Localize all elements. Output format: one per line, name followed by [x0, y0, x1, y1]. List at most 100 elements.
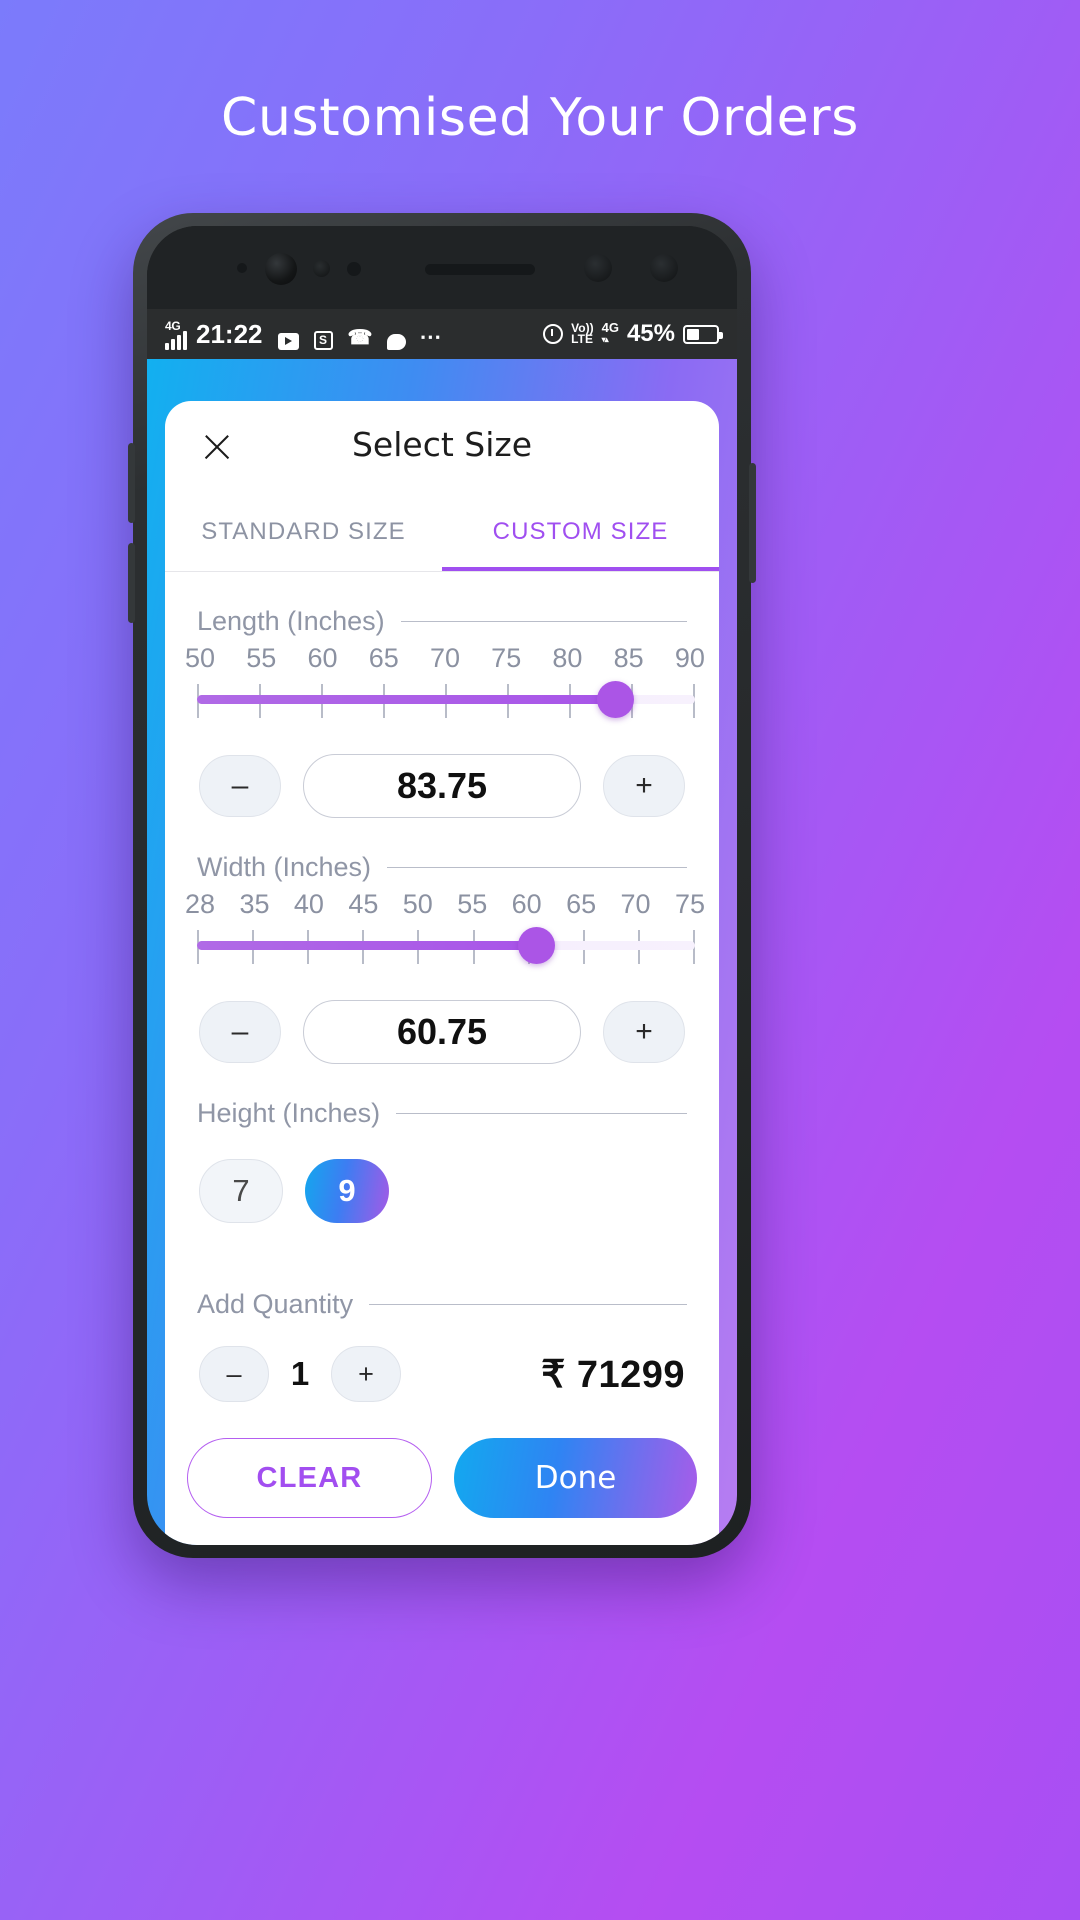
quantity-decrement-button[interactable]: – — [199, 1346, 269, 1402]
length-decrement-button[interactable]: – — [199, 755, 281, 817]
length-value-input[interactable]: 83.75 — [303, 754, 581, 818]
earpiece-speaker — [425, 264, 535, 275]
length-slider-fill — [197, 695, 616, 704]
width-tick: 75 — [674, 889, 705, 919]
width-group: Width (Inches) — [165, 852, 719, 883]
select-size-sheet: Select Size STANDARD SIZE CUSTOM SIZE Le… — [165, 401, 719, 1545]
tab-standard-size-label: STANDARD SIZE — [201, 518, 406, 545]
tabs-divider — [165, 571, 719, 572]
battery-percent-label: 45% — [626, 320, 675, 347]
length-stepper: – 83.75 + — [165, 754, 719, 818]
height-option-9[interactable]: 9 — [305, 1159, 389, 1223]
width-tick: 55 — [457, 889, 488, 919]
length-rule — [400, 621, 687, 622]
light-sensor-icon — [347, 262, 361, 276]
screenshot-icon: S — [313, 330, 333, 350]
width-tick: 35 — [239, 889, 270, 919]
volte-bottom-label: LTE — [571, 332, 593, 346]
height-group: Height (Inches) — [165, 1098, 719, 1129]
length-tick: 55 — [246, 643, 277, 673]
page-title: Customised Your Orders — [221, 88, 859, 148]
quantity-rule — [369, 1304, 687, 1305]
clear-button[interactable]: CLEAR — [187, 1438, 432, 1518]
sheet-actions: CLEAR Done — [165, 1438, 719, 1518]
alarm-icon — [543, 324, 564, 344]
length-tick: 75 — [491, 643, 522, 673]
power-button[interactable] — [749, 463, 756, 583]
network-badge-label: 4G — [165, 318, 181, 333]
length-tick: 90 — [674, 643, 705, 673]
width-stepper: – 60.75 + — [165, 1000, 719, 1064]
tab-active-indicator — [442, 567, 719, 571]
clock-label: 21:22 — [196, 318, 263, 349]
status-bar: 4G 21:22 S ☎ ⋯ Vo)) LTE 4G ▾▴ 45% — [147, 309, 737, 359]
length-tick-labels: 50 55 60 65 70 75 80 85 90 — [183, 643, 707, 674]
signal-strength-icon: 4G — [165, 318, 187, 350]
width-group-header: Width (Inches) — [197, 852, 687, 883]
height-label: Height (Inches) — [197, 1098, 381, 1128]
length-tick: 85 — [613, 643, 644, 673]
width-decrement-button[interactable]: – — [199, 1001, 281, 1063]
sensor-icon-right-a — [584, 254, 612, 282]
volte-icon: Vo)) LTE — [571, 322, 593, 346]
width-tick: 50 — [402, 889, 433, 919]
length-slider[interactable]: 50 55 60 65 70 75 80 85 90 — [183, 643, 707, 722]
quantity-group-header: Add Quantity — [197, 1289, 687, 1320]
quantity-group: Add Quantity — [165, 1289, 719, 1320]
width-slider-fill — [197, 941, 536, 950]
call-icon: ☎ — [347, 326, 373, 349]
total-price-label: ₹ 71299 — [541, 1353, 685, 1396]
app-screen: Select Size STANDARD SIZE CUSTOM SIZE Le… — [147, 359, 737, 1545]
quantity-increment-button[interactable]: + — [331, 1346, 401, 1402]
width-tick: 60 — [511, 889, 542, 919]
length-tick: 50 — [185, 643, 216, 673]
tab-standard-size[interactable]: STANDARD SIZE — [165, 493, 442, 571]
width-tick: 45 — [348, 889, 379, 919]
quantity-label: Add Quantity — [197, 1289, 354, 1319]
height-rule — [396, 1113, 687, 1114]
tab-custom-size[interactable]: CUSTOM SIZE — [442, 493, 719, 571]
width-slider[interactable]: 28 35 40 45 50 55 60 65 70 75 — [183, 889, 707, 968]
width-tick-labels: 28 35 40 45 50 55 60 65 70 75 — [183, 889, 707, 920]
sensor-icon-right-b — [650, 254, 678, 282]
height-option-7[interactable]: 7 — [199, 1159, 283, 1223]
tab-custom-size-label: CUSTOM SIZE — [492, 518, 669, 545]
width-value-input[interactable]: 60.75 — [303, 1000, 581, 1064]
front-camera-icon — [265, 253, 297, 285]
width-rule — [387, 867, 687, 868]
sheet-header: Select Size — [165, 401, 719, 493]
proximity-sensor-icon — [313, 260, 330, 277]
length-tick: 65 — [368, 643, 399, 673]
height-group-header: Height (Inches) — [197, 1098, 687, 1129]
phone-mockup: 4G 21:22 S ☎ ⋯ Vo)) LTE 4G ▾▴ 45% Select… — [128, 213, 756, 1558]
length-label: Length (Inches) — [197, 606, 385, 636]
quantity-stepper: – 1 + ₹ 71299 — [165, 1346, 719, 1402]
phone-screen-area: 4G 21:22 S ☎ ⋯ Vo)) LTE 4G ▾▴ 45% Select… — [147, 226, 737, 1545]
data-network-icon: 4G ▾▴ — [601, 320, 619, 344]
width-slider-thumb[interactable] — [517, 927, 555, 964]
width-tick: 40 — [293, 889, 324, 919]
sheet-title: Select Size — [351, 425, 533, 464]
width-label: Width (Inches) — [197, 852, 372, 882]
done-button[interactable]: Done — [454, 1438, 697, 1518]
length-group: Length (Inches) — [165, 606, 719, 637]
phone-top-bezel — [147, 226, 737, 309]
play-icon — [277, 332, 299, 350]
width-tick: 70 — [620, 889, 651, 919]
width-increment-button[interactable]: + — [603, 1001, 685, 1063]
volume-down-button[interactable] — [128, 543, 135, 623]
length-increment-button[interactable]: + — [603, 755, 685, 817]
height-options: 7 9 — [165, 1159, 719, 1223]
size-tabs: STANDARD SIZE CUSTOM SIZE — [165, 493, 719, 571]
battery-icon — [683, 324, 723, 344]
chat-icon — [387, 333, 407, 350]
length-tick: 60 — [307, 643, 338, 673]
sensor-icon — [237, 263, 247, 273]
data-network-label: 4G — [601, 320, 619, 335]
length-tick: 70 — [429, 643, 460, 673]
width-tick: 65 — [566, 889, 597, 919]
volume-up-button[interactable] — [128, 443, 135, 523]
length-tick: 80 — [552, 643, 583, 673]
width-tick: 28 — [185, 889, 216, 919]
length-group-header: Length (Inches) — [197, 606, 687, 637]
